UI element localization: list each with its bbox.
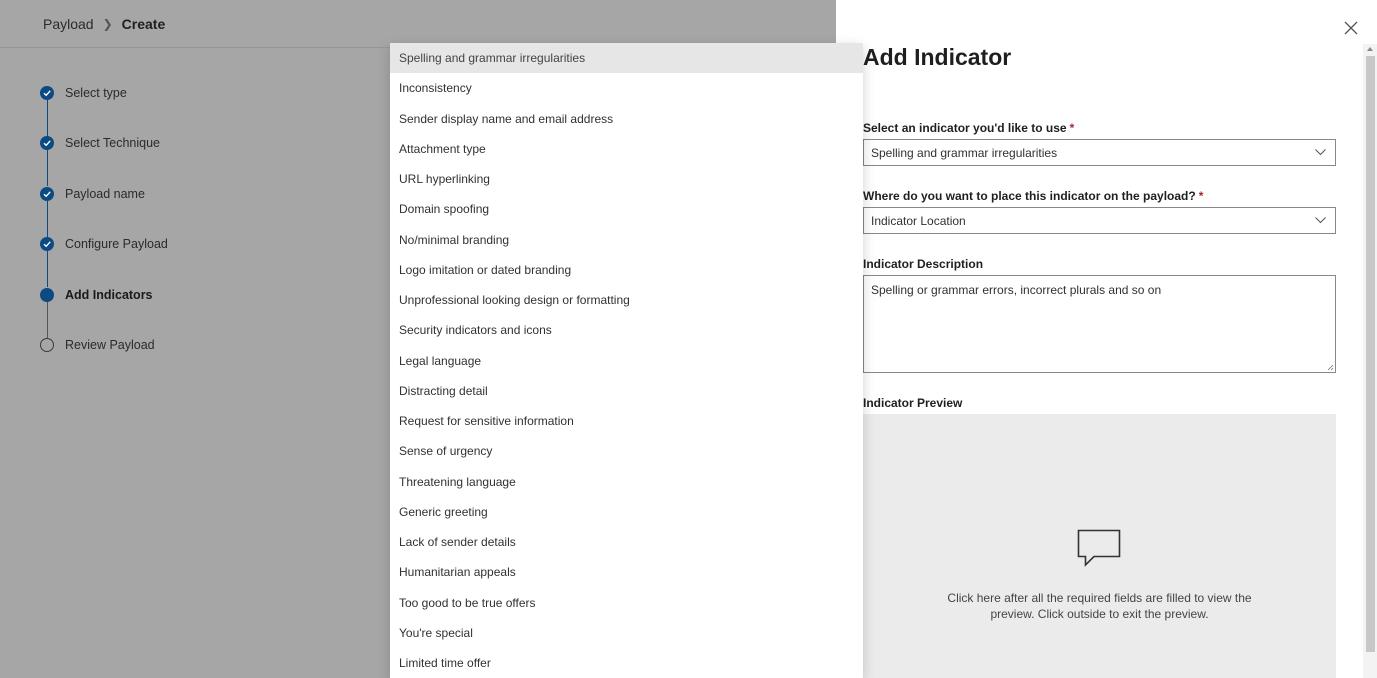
dropdown-option[interactable]: Threatening language — [390, 467, 863, 497]
location-field-label: Where do you want to place this indicato… — [863, 189, 1204, 203]
wizard-step: Select type — [40, 84, 168, 136]
dropdown-option[interactable]: Limited time offer — [390, 648, 863, 678]
wizard-step-label: Payload name — [65, 186, 145, 201]
dropdown-option[interactable]: Lack of sender details — [390, 527, 863, 557]
step-connector — [46, 200, 48, 237]
indicator-select[interactable]: Spelling and grammar irregularities — [863, 139, 1336, 166]
comment-bubble-icon — [1077, 529, 1121, 567]
dropdown-option[interactable]: Sender display name and email address — [390, 104, 863, 134]
step-connector — [46, 301, 48, 338]
dropdown-option[interactable]: Distracting detail — [390, 376, 863, 406]
dropdown-option[interactable]: Sense of urgency — [390, 436, 863, 466]
wizard-step: Review Payload — [40, 336, 168, 386]
chevron-down-icon — [1315, 149, 1326, 156]
dropdown-option[interactable]: URL hyperlinking — [390, 164, 863, 194]
location-select-value: Indicator Location — [871, 213, 966, 228]
wizard-steps: Select type Select Technique Payload name C… — [40, 84, 168, 386]
checkmark-icon — [40, 136, 54, 151]
dropdown-option[interactable]: Domain spoofing — [390, 194, 863, 224]
wizard-step-label: Configure Payload — [65, 237, 168, 252]
current-step-icon — [40, 287, 54, 302]
description-text: Spelling or grammar errors, incorrect pl… — [871, 283, 1162, 297]
step-connector — [46, 100, 48, 136]
wizard-step-label: Add Indicators — [65, 287, 153, 302]
description-textarea[interactable]: Spelling or grammar errors, incorrect pl… — [863, 275, 1336, 373]
wizard-step: Configure Payload — [40, 235, 168, 288]
dropdown-option[interactable]: Attachment type — [390, 134, 863, 164]
description-field-label: Indicator Description — [863, 257, 984, 271]
panel-scrollbar[interactable] — [1363, 44, 1377, 678]
dropdown-option[interactable]: Logo imitation or dated branding — [390, 255, 863, 285]
close-icon[interactable] — [1343, 20, 1359, 36]
dropdown-option[interactable]: Spelling and grammar irregularities — [390, 43, 863, 74]
step-connector — [46, 251, 48, 288]
indicator-select-value: Spelling and grammar irregularities — [871, 145, 1058, 160]
dropdown-option[interactable]: Too good to be true offers — [390, 588, 863, 618]
dropdown-option[interactable]: No/minimal branding — [390, 225, 863, 255]
dropdown-option[interactable]: Request for sensitive information — [390, 406, 863, 436]
wizard-step: Select Technique — [40, 134, 168, 187]
preview-hint: Click here after all the required fields… — [947, 591, 1252, 621]
dropdown-option[interactable]: Legal language — [390, 346, 863, 376]
indicator-field-label: Select an indicator you'd like to use * — [863, 121, 1075, 135]
breadcrumb-current: Create — [121, 15, 166, 32]
wizard-step: Add Indicators — [40, 286, 168, 338]
dropdown-option[interactable]: You're special — [390, 618, 863, 648]
breadcrumb-root[interactable]: Payload — [43, 16, 94, 32]
scroll-up-icon[interactable] — [1367, 47, 1373, 51]
checkmark-icon — [40, 86, 54, 100]
step-connector — [46, 150, 48, 187]
location-select[interactable]: Indicator Location — [863, 207, 1336, 234]
chevron-down-icon — [1315, 217, 1326, 224]
checkmark-icon — [40, 186, 54, 201]
add-indicator-panel: Add Indicator Select an indicator you'd … — [836, 0, 1377, 678]
dropdown-option[interactable]: Generic greeting — [390, 497, 863, 527]
chevron-right-icon: ❯ — [102, 16, 113, 31]
dropdown-option[interactable]: Unprofessional looking design or formatt… — [390, 285, 863, 315]
breadcrumb: Payload ❯ Create — [0, 0, 836, 48]
preview-label: Indicator Preview — [863, 396, 963, 410]
resize-handle-icon[interactable] — [1327, 364, 1334, 371]
panel-title: Add Indicator — [863, 44, 1012, 70]
checkmark-icon — [40, 237, 54, 252]
dropdown-option[interactable]: Humanitarian appeals — [390, 557, 863, 587]
wizard-step: Payload name — [40, 185, 168, 237]
wizard-step-label: Select type — [65, 86, 127, 100]
dropdown-option[interactable]: Inconsistency — [390, 73, 863, 103]
dropdown-option[interactable]: Security indicators and icons — [390, 315, 863, 345]
indicator-preview[interactable]: Click here after all the required fields… — [863, 414, 1336, 678]
pending-step-icon — [40, 337, 54, 352]
wizard-step-label: Select Technique — [65, 136, 160, 151]
wizard-step-label: Review Payload — [65, 337, 155, 352]
scrollbar-thumb[interactable] — [1366, 56, 1375, 652]
indicator-dropdown-list[interactable]: Spelling and grammar irregularities Incon… — [390, 43, 863, 678]
